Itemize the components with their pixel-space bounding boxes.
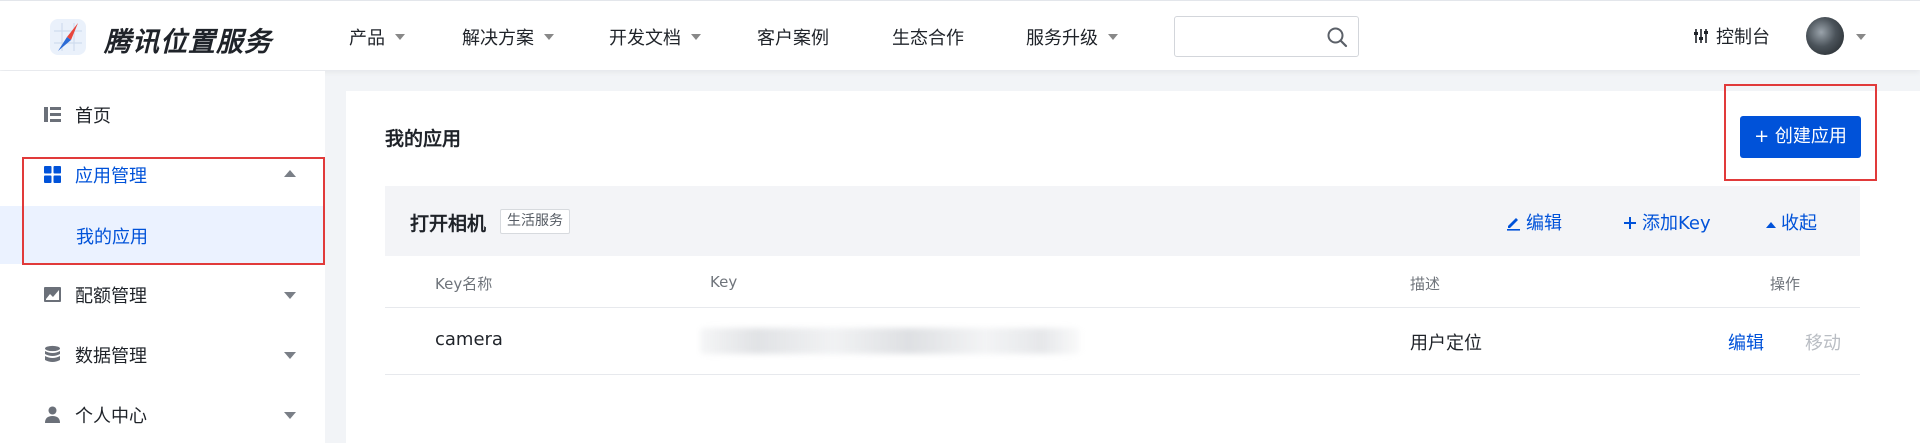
nav-docs-label: 开发文档 — [609, 28, 681, 49]
database-icon — [45, 345, 60, 362]
sliders-icon — [1694, 29, 1708, 43]
search-icon[interactable] — [1326, 26, 1348, 48]
nav-solutions-label: 解决方案 — [462, 28, 534, 49]
nav-cases-label: 客户案例 — [757, 28, 829, 49]
sidebar-item-quota[interactable]: 配额管理 — [0, 265, 325, 325]
chevron-down-icon — [395, 34, 405, 40]
collapse-label: 收起 — [1781, 213, 1817, 234]
chevron-down-icon — [284, 412, 296, 419]
home-list-icon — [44, 107, 61, 122]
nav-cases[interactable]: 客户案例 — [757, 24, 829, 50]
add-key-button[interactable]: 添加Key — [1622, 209, 1711, 235]
column-header-actions: 操作 — [1770, 275, 1801, 293]
grid-apps-icon — [44, 166, 61, 183]
key-value-cell-redacted — [700, 328, 1080, 354]
nav-solutions[interactable]: 解决方案 — [462, 24, 554, 50]
collapse-button[interactable]: 收起 — [1765, 209, 1817, 235]
sidebar-item-label: 个人中心 — [75, 406, 147, 427]
sidebar-item-home[interactable]: 首页 — [0, 85, 325, 145]
nav-docs[interactable]: 开发文档 — [609, 24, 701, 50]
row-edit-link[interactable]: 编辑 — [1728, 329, 1764, 355]
brand-name[interactable]: 腾讯位置服务 — [104, 20, 272, 59]
top-header: 腾讯位置服务 产品 解决方案 开发文档 客户案例 生态合作 服务升级 控制台 — [0, 0, 1920, 70]
table-divider — [385, 307, 1860, 308]
key-name-cell: camera — [435, 329, 503, 350]
chevron-down-icon — [544, 34, 554, 40]
chevron-down-icon — [1108, 34, 1118, 40]
nav-upgrade[interactable]: 服务升级 — [1026, 24, 1118, 50]
description-cell: 用户定位 — [1410, 333, 1482, 354]
nav-upgrade-label: 服务升级 — [1026, 28, 1098, 49]
chevron-down-icon[interactable] — [1856, 34, 1866, 40]
person-icon — [45, 406, 60, 423]
chart-area-icon — [44, 287, 61, 302]
create-app-button[interactable]: + 创建应用 — [1740, 116, 1861, 158]
sidebar: 首页 应用管理 我的应用 配额管理 数据管理 个人中心 — [0, 71, 325, 443]
search-input[interactable] — [1183, 23, 1313, 50]
pencil-icon — [1507, 218, 1520, 231]
chevron-down-icon — [284, 292, 296, 299]
column-header-key-name: Key名称 — [435, 275, 493, 293]
table-divider — [385, 374, 1860, 375]
console-label: 控制台 — [1716, 27, 1770, 48]
nav-ecosystem-label: 生态合作 — [892, 28, 964, 49]
page-title: 我的应用 — [385, 128, 462, 150]
sidebar-subitem-label: 我的应用 — [76, 227, 148, 248]
edit-app-button[interactable]: 编辑 — [1505, 209, 1562, 235]
column-header-description: 描述 — [1410, 275, 1441, 293]
app-category-tag: 生活服务 — [500, 209, 570, 234]
app-name: 打开相机 — [410, 213, 487, 235]
caret-up-icon — [1766, 222, 1776, 228]
nav-product[interactable]: 产品 — [349, 24, 405, 50]
avatar[interactable] — [1806, 17, 1844, 55]
sidebar-subitem-my-apps[interactable]: 我的应用 — [0, 206, 325, 264]
sidebar-item-label: 首页 — [75, 106, 111, 127]
logo-icon[interactable] — [48, 17, 88, 57]
sidebar-item-data[interactable]: 数据管理 — [0, 325, 325, 385]
nav-ecosystem[interactable]: 生态合作 — [892, 24, 964, 50]
sidebar-item-label: 数据管理 — [75, 346, 147, 367]
search-box — [1174, 16, 1359, 57]
sidebar-item-label: 配额管理 — [75, 286, 147, 307]
column-header-key: Key — [710, 273, 738, 291]
nav-product-label: 产品 — [349, 28, 385, 49]
sidebar-item-label: 应用管理 — [75, 166, 147, 187]
chevron-up-icon — [284, 170, 296, 177]
add-key-label: 添加Key — [1642, 213, 1711, 234]
chevron-down-icon — [284, 352, 296, 359]
sidebar-item-personal[interactable]: 个人中心 — [0, 385, 325, 443]
console-link[interactable]: 控制台 — [1692, 23, 1770, 49]
chevron-down-icon — [691, 34, 701, 40]
plus-icon — [1624, 217, 1636, 229]
sidebar-item-app-management[interactable]: 应用管理 — [0, 145, 325, 205]
main-panel — [346, 91, 1920, 443]
row-move-link[interactable]: 移动 — [1805, 329, 1841, 355]
edit-app-label: 编辑 — [1526, 213, 1562, 234]
